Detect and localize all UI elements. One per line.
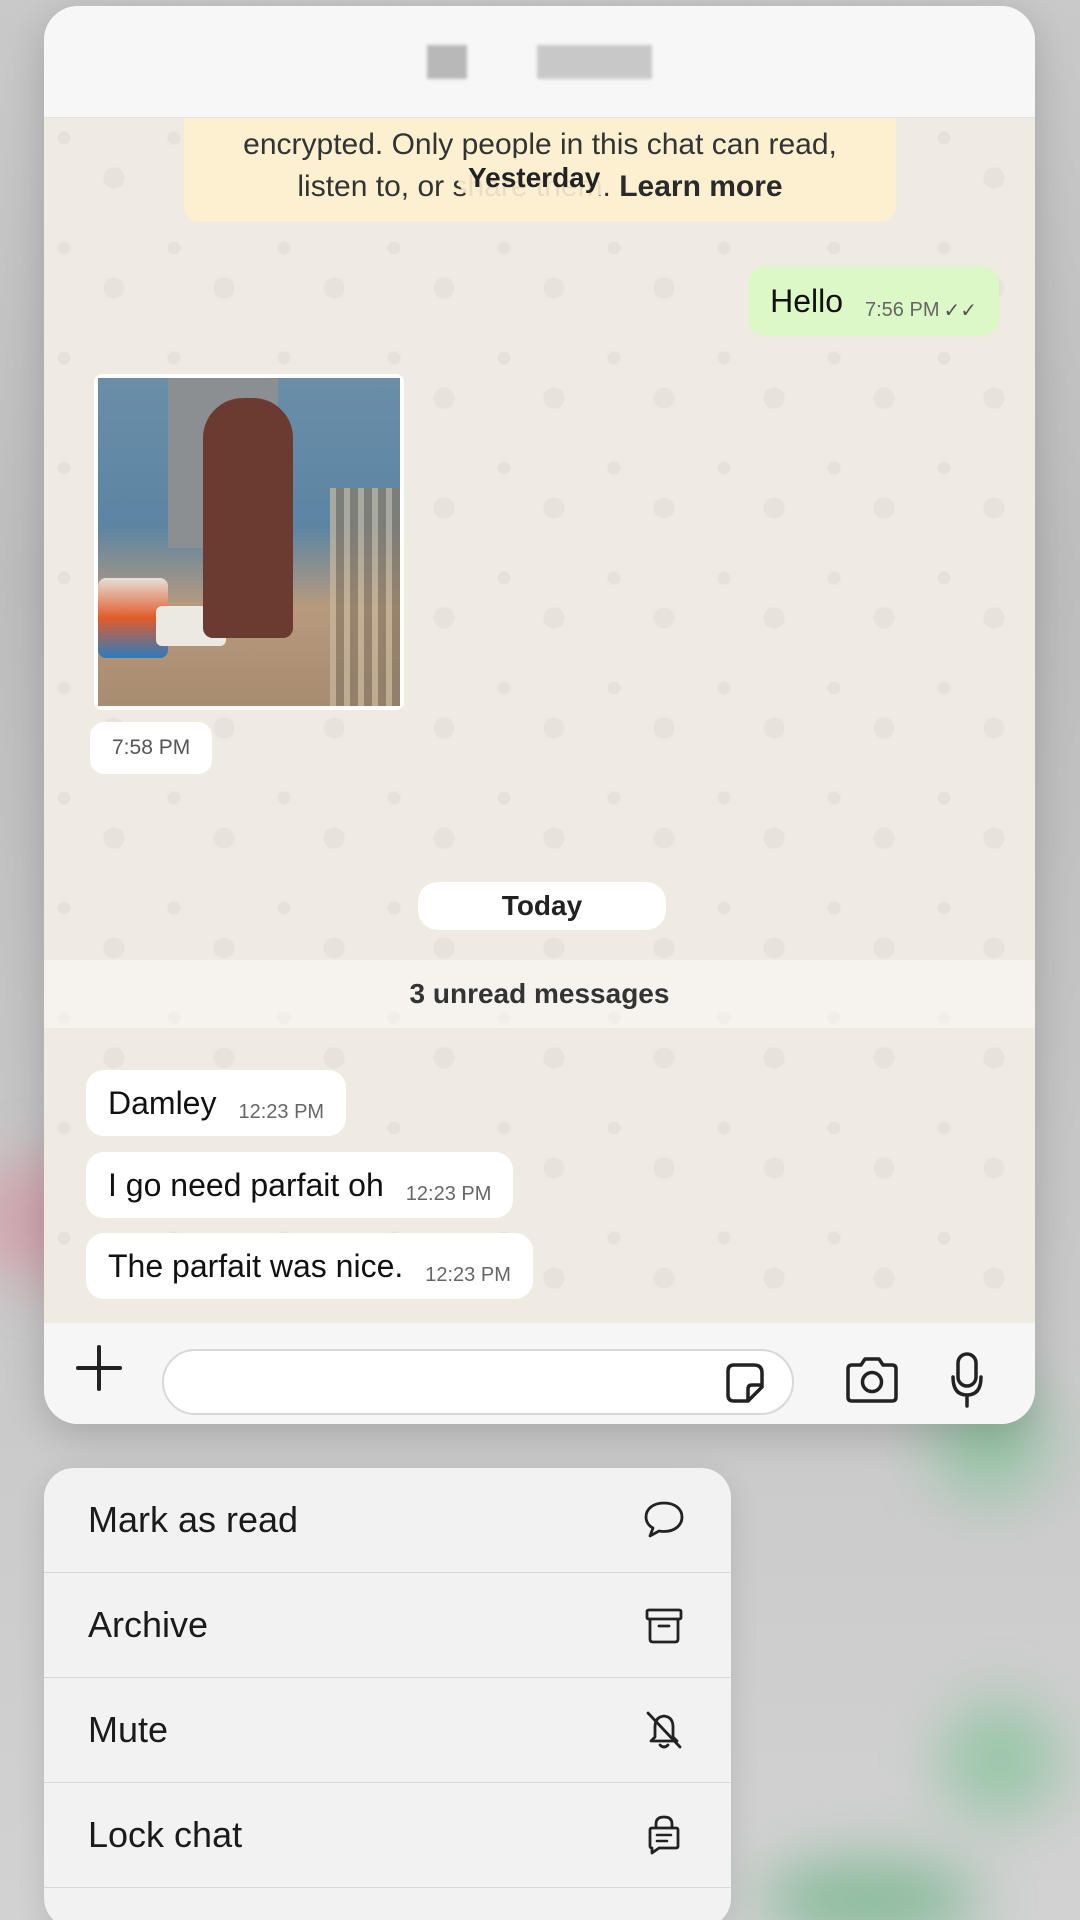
incoming-message[interactable]: The parfait was nice. 12:23 PM — [86, 1233, 533, 1299]
blurred-contact-name — [537, 44, 652, 79]
message-composer — [44, 1323, 1035, 1424]
photo-thumbnail[interactable] — [98, 378, 400, 706]
camera-icon[interactable] — [844, 1355, 900, 1405]
sticker-icon[interactable] — [722, 1361, 766, 1405]
incoming-message[interactable]: Damley 12:23 PM — [86, 1070, 347, 1136]
photo-message-time: 7:58 PM — [90, 722, 213, 774]
chat-preview-card[interactable]: encrypted. Only people in this chat can … — [44, 6, 1035, 1424]
message-time: 12:23 PM — [405, 1182, 492, 1205]
menu-item-label: Archive — [88, 1604, 209, 1645]
menu-item-label: Mark as read — [88, 1499, 299, 1540]
menu-item-mark-as-read[interactable]: Mark as read — [44, 1468, 731, 1573]
message-time: 12:23 PM — [425, 1263, 511, 1286]
message-time: 12:23 PM — [238, 1100, 325, 1123]
outgoing-message[interactable]: Hello 7:56 PM ✓✓ — [748, 266, 999, 336]
archive-box-icon — [645, 1608, 683, 1644]
message-text: I go need parfait oh — [108, 1166, 384, 1203]
message-input[interactable] — [162, 1349, 794, 1415]
unread-messages-banner: 3 unread messages — [44, 960, 1035, 1028]
plus-icon[interactable] — [74, 1343, 124, 1393]
message-time: 7:56 PM — [865, 298, 940, 321]
menu-item-archive[interactable]: Archive — [44, 1573, 731, 1678]
microphone-icon[interactable] — [950, 1351, 984, 1409]
menu-item-mute[interactable]: Mute — [44, 1678, 731, 1783]
message-list[interactable]: encrypted. Only people in this chat can … — [44, 118, 1035, 1323]
chat-header — [44, 6, 1035, 118]
date-chip-yesterday: Yesterday — [458, 158, 611, 198]
lock-chat-icon — [648, 1815, 680, 1855]
bell-slash-icon — [646, 1711, 682, 1749]
menu-item-lock-chat[interactable]: Lock chat — [44, 1783, 731, 1888]
menu-item-label: Lock chat — [88, 1814, 243, 1855]
menu-item-partial[interactable] — [44, 1888, 731, 1920]
message-text: The parfait was nice. — [108, 1247, 404, 1284]
learn-more-link[interactable]: Learn more — [619, 170, 782, 203]
blurred-contact-avatar — [427, 44, 467, 79]
incoming-message[interactable]: I go need parfait oh 12:23 PM — [86, 1152, 514, 1218]
double-check-icon: ✓✓ — [943, 299, 977, 322]
chat-context-menu: Mark as read Archive Mute Lock chat — [44, 1468, 731, 1920]
message-text: Hello — [770, 282, 843, 319]
background-blur — [940, 1700, 1060, 1820]
menu-item-label: Mute — [88, 1709, 169, 1750]
message-text: Damley — [108, 1084, 217, 1121]
background-blur — [760, 1860, 980, 1920]
chat-bubble-icon — [644, 1501, 684, 1538]
date-chip-today: Today — [418, 882, 666, 930]
photo-message[interactable] — [94, 374, 404, 710]
